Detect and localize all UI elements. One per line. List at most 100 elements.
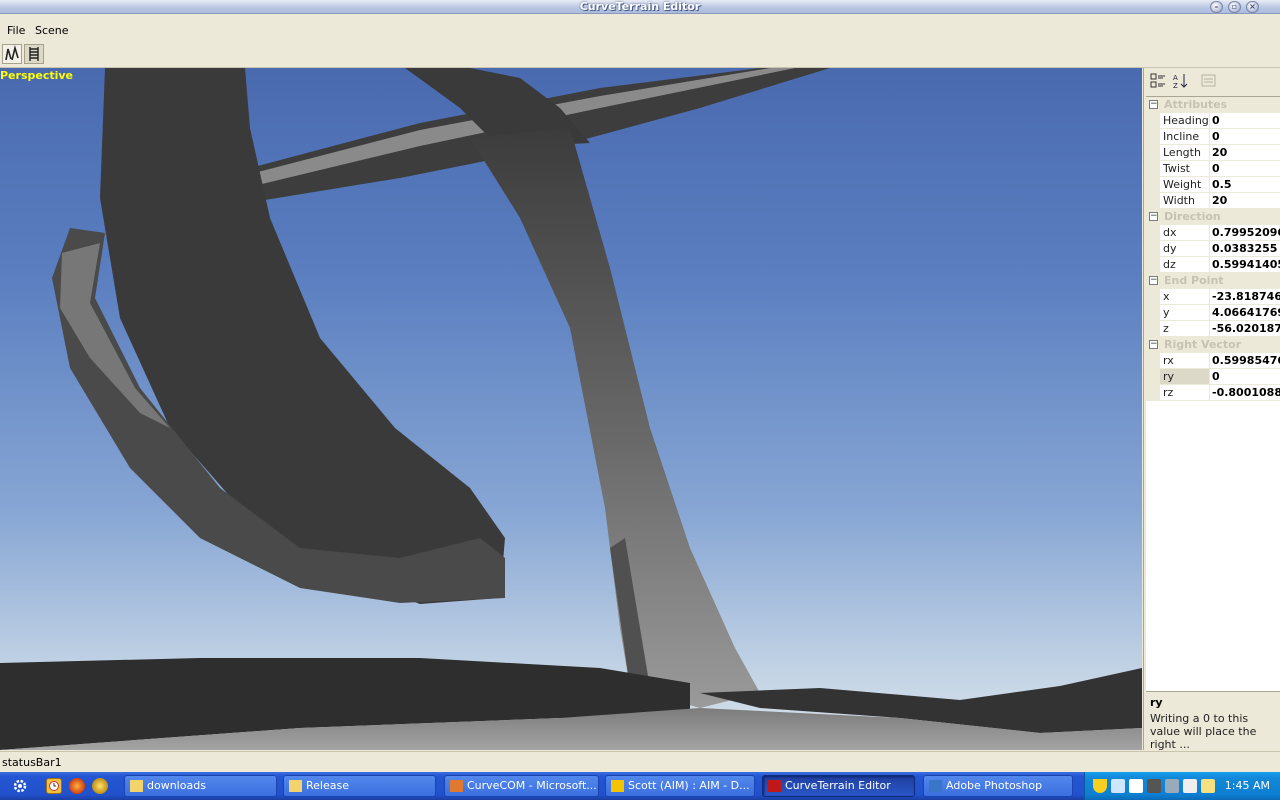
- alphabetical-sort-icon: A Z: [1173, 74, 1188, 90]
- property-row[interactable]: dx0.7995209695: [1146, 225, 1280, 241]
- help-title: ry: [1150, 696, 1163, 709]
- property-row[interactable]: ry 0: [1146, 369, 1280, 385]
- property-category[interactable]: − End Point: [1146, 273, 1280, 289]
- property-value[interactable]: 0.59941405: [1210, 257, 1280, 273]
- help-text: Writing a 0 to this value will place the…: [1150, 712, 1257, 751]
- property-row[interactable]: rx0.5998547679: [1146, 353, 1280, 369]
- property-row[interactable]: dz 0.59941405: [1146, 257, 1280, 273]
- toolbar: [0, 40, 1280, 68]
- property-value[interactable]: -56.0201874: [1210, 321, 1280, 337]
- property-category[interactable]: − Right Vector: [1146, 337, 1280, 353]
- svg-text:Z: Z: [1173, 82, 1178, 90]
- property-value[interactable]: 0: [1210, 113, 1280, 129]
- property-name: rz: [1160, 385, 1210, 401]
- taskbar-button[interactable]: CurveTerrain Editor: [762, 775, 915, 797]
- property-value[interactable]: 0.7995209695: [1210, 225, 1280, 241]
- clock-app-icon: [49, 781, 59, 791]
- menu-scene[interactable]: Scene: [35, 24, 69, 37]
- property-grid[interactable]: − Attributes Heading 0 Incline 0 Length 20 Twist…: [1146, 96, 1280, 691]
- row-margin: [1146, 225, 1160, 241]
- property-name: Length: [1160, 145, 1210, 161]
- property-value[interactable]: 0: [1210, 161, 1280, 177]
- row-margin: [1146, 305, 1160, 321]
- property-name: rx: [1160, 353, 1210, 369]
- taskbar-button[interactable]: Adobe Photoshop: [923, 775, 1073, 797]
- category-name: Attributes: [1164, 98, 1228, 111]
- alphabetical-button[interactable]: A Z: [1172, 72, 1190, 90]
- categorized-button[interactable]: [1149, 72, 1167, 90]
- row-margin: [1146, 241, 1160, 257]
- property-pages-button[interactable]: [1200, 72, 1218, 90]
- taskbar-button[interactable]: downloads: [124, 775, 277, 797]
- property-row[interactable]: Incline 0: [1146, 129, 1280, 145]
- settings-tray-icon[interactable]: [1147, 779, 1161, 793]
- terrain-curve-icon: [5, 44, 19, 61]
- property-value[interactable]: 4.06641769: [1210, 305, 1280, 321]
- phone-icon[interactable]: [1183, 779, 1197, 793]
- quicklaunch-firefox[interactable]: [69, 778, 85, 794]
- row-margin: [1146, 257, 1160, 273]
- property-name: Weight: [1160, 177, 1210, 193]
- property-row[interactable]: y 4.06641769: [1146, 305, 1280, 321]
- property-value[interactable]: 20: [1210, 145, 1280, 161]
- property-name: Incline: [1160, 129, 1210, 145]
- taskbar-button[interactable]: CurveCOM - Microsoft...: [444, 775, 599, 797]
- collapse-toggle-icon[interactable]: −: [1149, 276, 1158, 285]
- property-value[interactable]: 0: [1210, 369, 1280, 385]
- property-category[interactable]: − Attributes: [1146, 97, 1280, 113]
- messenger-icon[interactable]: [1201, 779, 1215, 793]
- start-gear-button[interactable]: [12, 778, 28, 794]
- property-value[interactable]: 0.5998547679: [1210, 353, 1280, 369]
- status-bar: statusBar1: [0, 751, 1280, 772]
- property-name: dy: [1160, 241, 1210, 257]
- property-name: dz: [1160, 257, 1210, 273]
- property-row[interactable]: Twist 0: [1146, 161, 1280, 177]
- volume-icon[interactable]: [1129, 779, 1143, 793]
- aim-icon: [611, 780, 624, 792]
- collapse-toggle-icon[interactable]: −: [1149, 340, 1158, 349]
- collapse-toggle-icon[interactable]: −: [1149, 100, 1158, 109]
- taskbar-button[interactable]: Release: [283, 775, 436, 797]
- minimize-button[interactable]: –: [1210, 1, 1223, 13]
- window-title: CurveTerrain Editor: [579, 0, 701, 13]
- row-margin: [1146, 289, 1160, 305]
- taskbar-button[interactable]: Scott (AIM) : AIM - D...: [605, 775, 755, 797]
- track-ladder-button[interactable]: [24, 44, 44, 64]
- viewport-label: Perspective: [0, 69, 74, 82]
- property-category[interactable]: − Direction: [1146, 209, 1280, 225]
- perspective-viewport[interactable]: Perspective: [0, 68, 1142, 750]
- row-margin: [1146, 353, 1160, 369]
- property-value[interactable]: 0: [1210, 129, 1280, 145]
- property-row[interactable]: rz-0.8001088569: [1146, 385, 1280, 401]
- menu-file[interactable]: File: [7, 24, 25, 37]
- quicklaunch-clock[interactable]: [46, 778, 62, 794]
- property-row[interactable]: Weight 0.5: [1146, 177, 1280, 193]
- property-row[interactable]: x-23.8187466: [1146, 289, 1280, 305]
- network-icon[interactable]: [1111, 779, 1125, 793]
- shield-icon[interactable]: [1093, 779, 1107, 793]
- property-row[interactable]: Length 20: [1146, 145, 1280, 161]
- terrain-curve-button[interactable]: [2, 44, 22, 64]
- property-name: ry: [1160, 369, 1210, 385]
- property-row[interactable]: dy 0.0383255: [1146, 241, 1280, 257]
- taskbar-label: downloads: [147, 779, 206, 792]
- quicklaunch-help[interactable]: [92, 778, 108, 794]
- clock: 1:45 AM: [1224, 779, 1270, 792]
- row-margin: [1146, 113, 1160, 129]
- property-row[interactable]: Width 20: [1146, 193, 1280, 209]
- row-margin: [1146, 177, 1160, 193]
- property-value[interactable]: 0.0383255: [1210, 241, 1280, 257]
- close-button[interactable]: ×: [1246, 1, 1259, 13]
- sync-icon[interactable]: [1165, 779, 1179, 793]
- property-row[interactable]: z-56.0201874: [1146, 321, 1280, 337]
- property-value[interactable]: 0.5: [1210, 177, 1280, 193]
- category-name: Direction: [1164, 210, 1221, 223]
- collapse-toggle-icon[interactable]: −: [1149, 212, 1158, 221]
- property-value[interactable]: -0.8001088569: [1210, 385, 1280, 401]
- title-bar: CurveTerrain Editor – ▫ ×: [0, 0, 1280, 14]
- row-margin: [1146, 193, 1160, 209]
- maximize-button[interactable]: ▫: [1228, 1, 1241, 13]
- property-value[interactable]: 20: [1210, 193, 1280, 209]
- property-value[interactable]: -23.8187466: [1210, 289, 1280, 305]
- property-row[interactable]: Heading 0: [1146, 113, 1280, 129]
